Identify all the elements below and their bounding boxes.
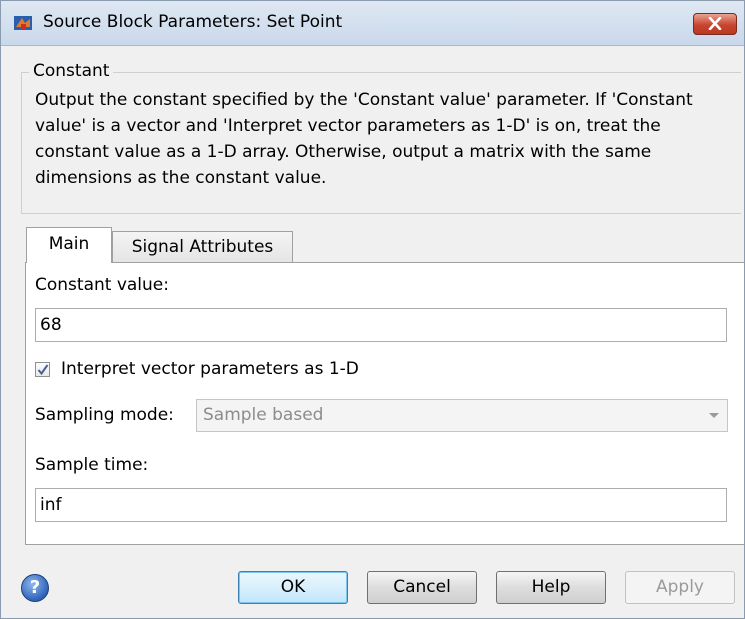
help-icon[interactable]: ? (21, 574, 49, 602)
constant-value-field[interactable]: 68 (35, 308, 727, 342)
description-text: Output the constant specified by the 'Co… (35, 90, 693, 188)
cancel-button[interactable]: Cancel (367, 571, 477, 604)
close-icon (708, 17, 722, 30)
help-button[interactable]: Help (496, 571, 606, 604)
window-title: Source Block Parameters: Set Point (43, 12, 343, 32)
interpret-vector-checkbox[interactable] (35, 362, 50, 377)
simulink-block-icon (13, 13, 33, 33)
sample-time-field[interactable]: inf (35, 488, 727, 522)
sampling-mode-select[interactable]: Sample based (196, 399, 728, 432)
apply-button[interactable]: Apply (625, 571, 735, 604)
constant-value-label: Constant value: (35, 275, 169, 295)
sampling-mode-value: Sample based (203, 405, 324, 425)
group-title: Constant (29, 61, 114, 81)
title-bar[interactable]: Source Block Parameters: Set Point (1, 1, 744, 46)
tab-signal-attributes[interactable]: Signal Attributes (112, 231, 293, 263)
sample-time-label: Sample time: (35, 455, 149, 475)
interpret-vector-label[interactable]: Interpret vector parameters as 1-D (61, 359, 359, 379)
sampling-mode-label: Sampling mode: (35, 405, 174, 425)
close-button[interactable] (693, 13, 737, 35)
dialog-window: Source Block Parameters: Set Point Const… (0, 0, 745, 619)
chevron-down-icon (709, 413, 719, 418)
tab-main[interactable]: Main (26, 227, 112, 263)
ok-button[interactable]: OK (238, 571, 348, 604)
checkmark-icon (37, 364, 49, 376)
